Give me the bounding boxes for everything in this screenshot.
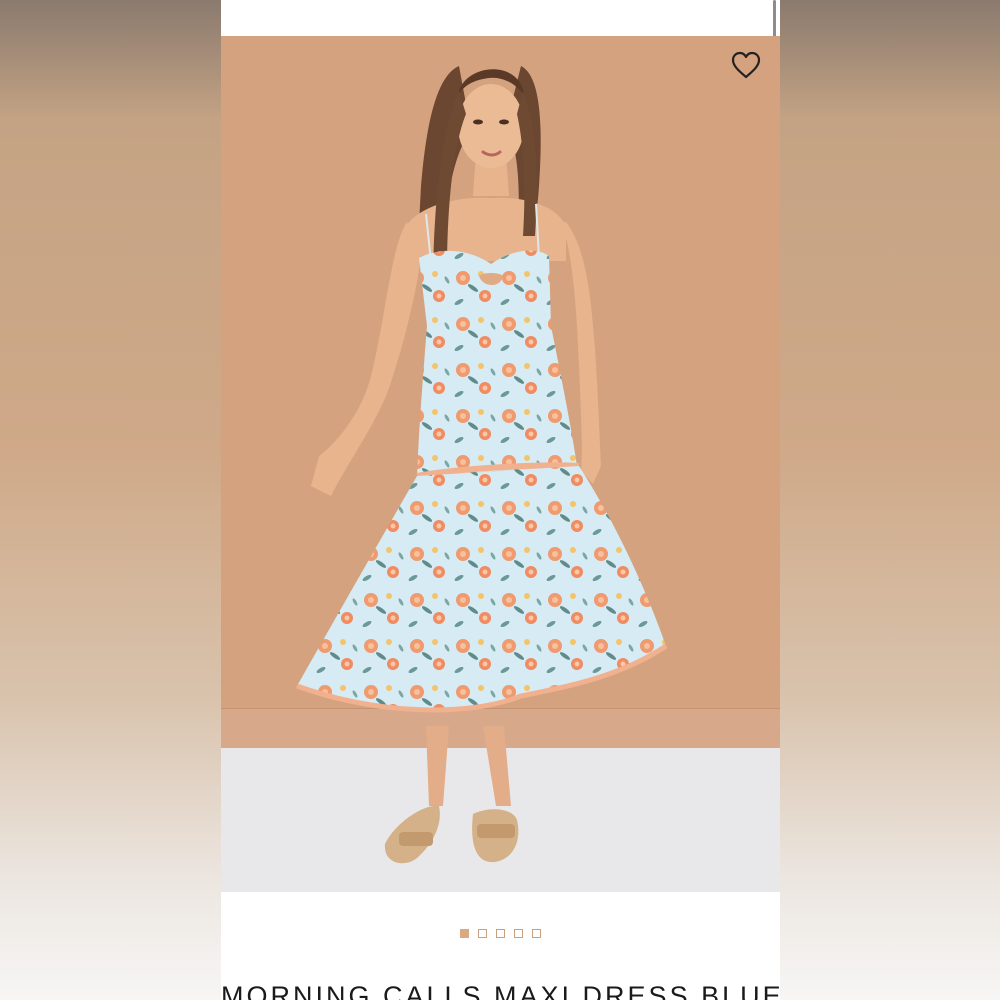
carousel-dot[interactable] <box>514 929 523 938</box>
top-bar <box>221 0 780 36</box>
model-illustration <box>296 66 668 864</box>
product-page: MORNING CALLS MAXI DRESS BLUE <box>221 0 780 1000</box>
carousel-dot[interactable] <box>532 929 541 938</box>
product-title: MORNING CALLS MAXI DRESS BLUE <box>221 981 780 1000</box>
carousel-indicator <box>221 929 780 943</box>
carousel-dot[interactable] <box>496 929 505 938</box>
carousel-dot[interactable] <box>478 929 487 938</box>
wishlist-heart-icon[interactable] <box>730 50 762 80</box>
product-image[interactable] <box>221 36 780 892</box>
carousel-dot[interactable] <box>460 929 469 938</box>
